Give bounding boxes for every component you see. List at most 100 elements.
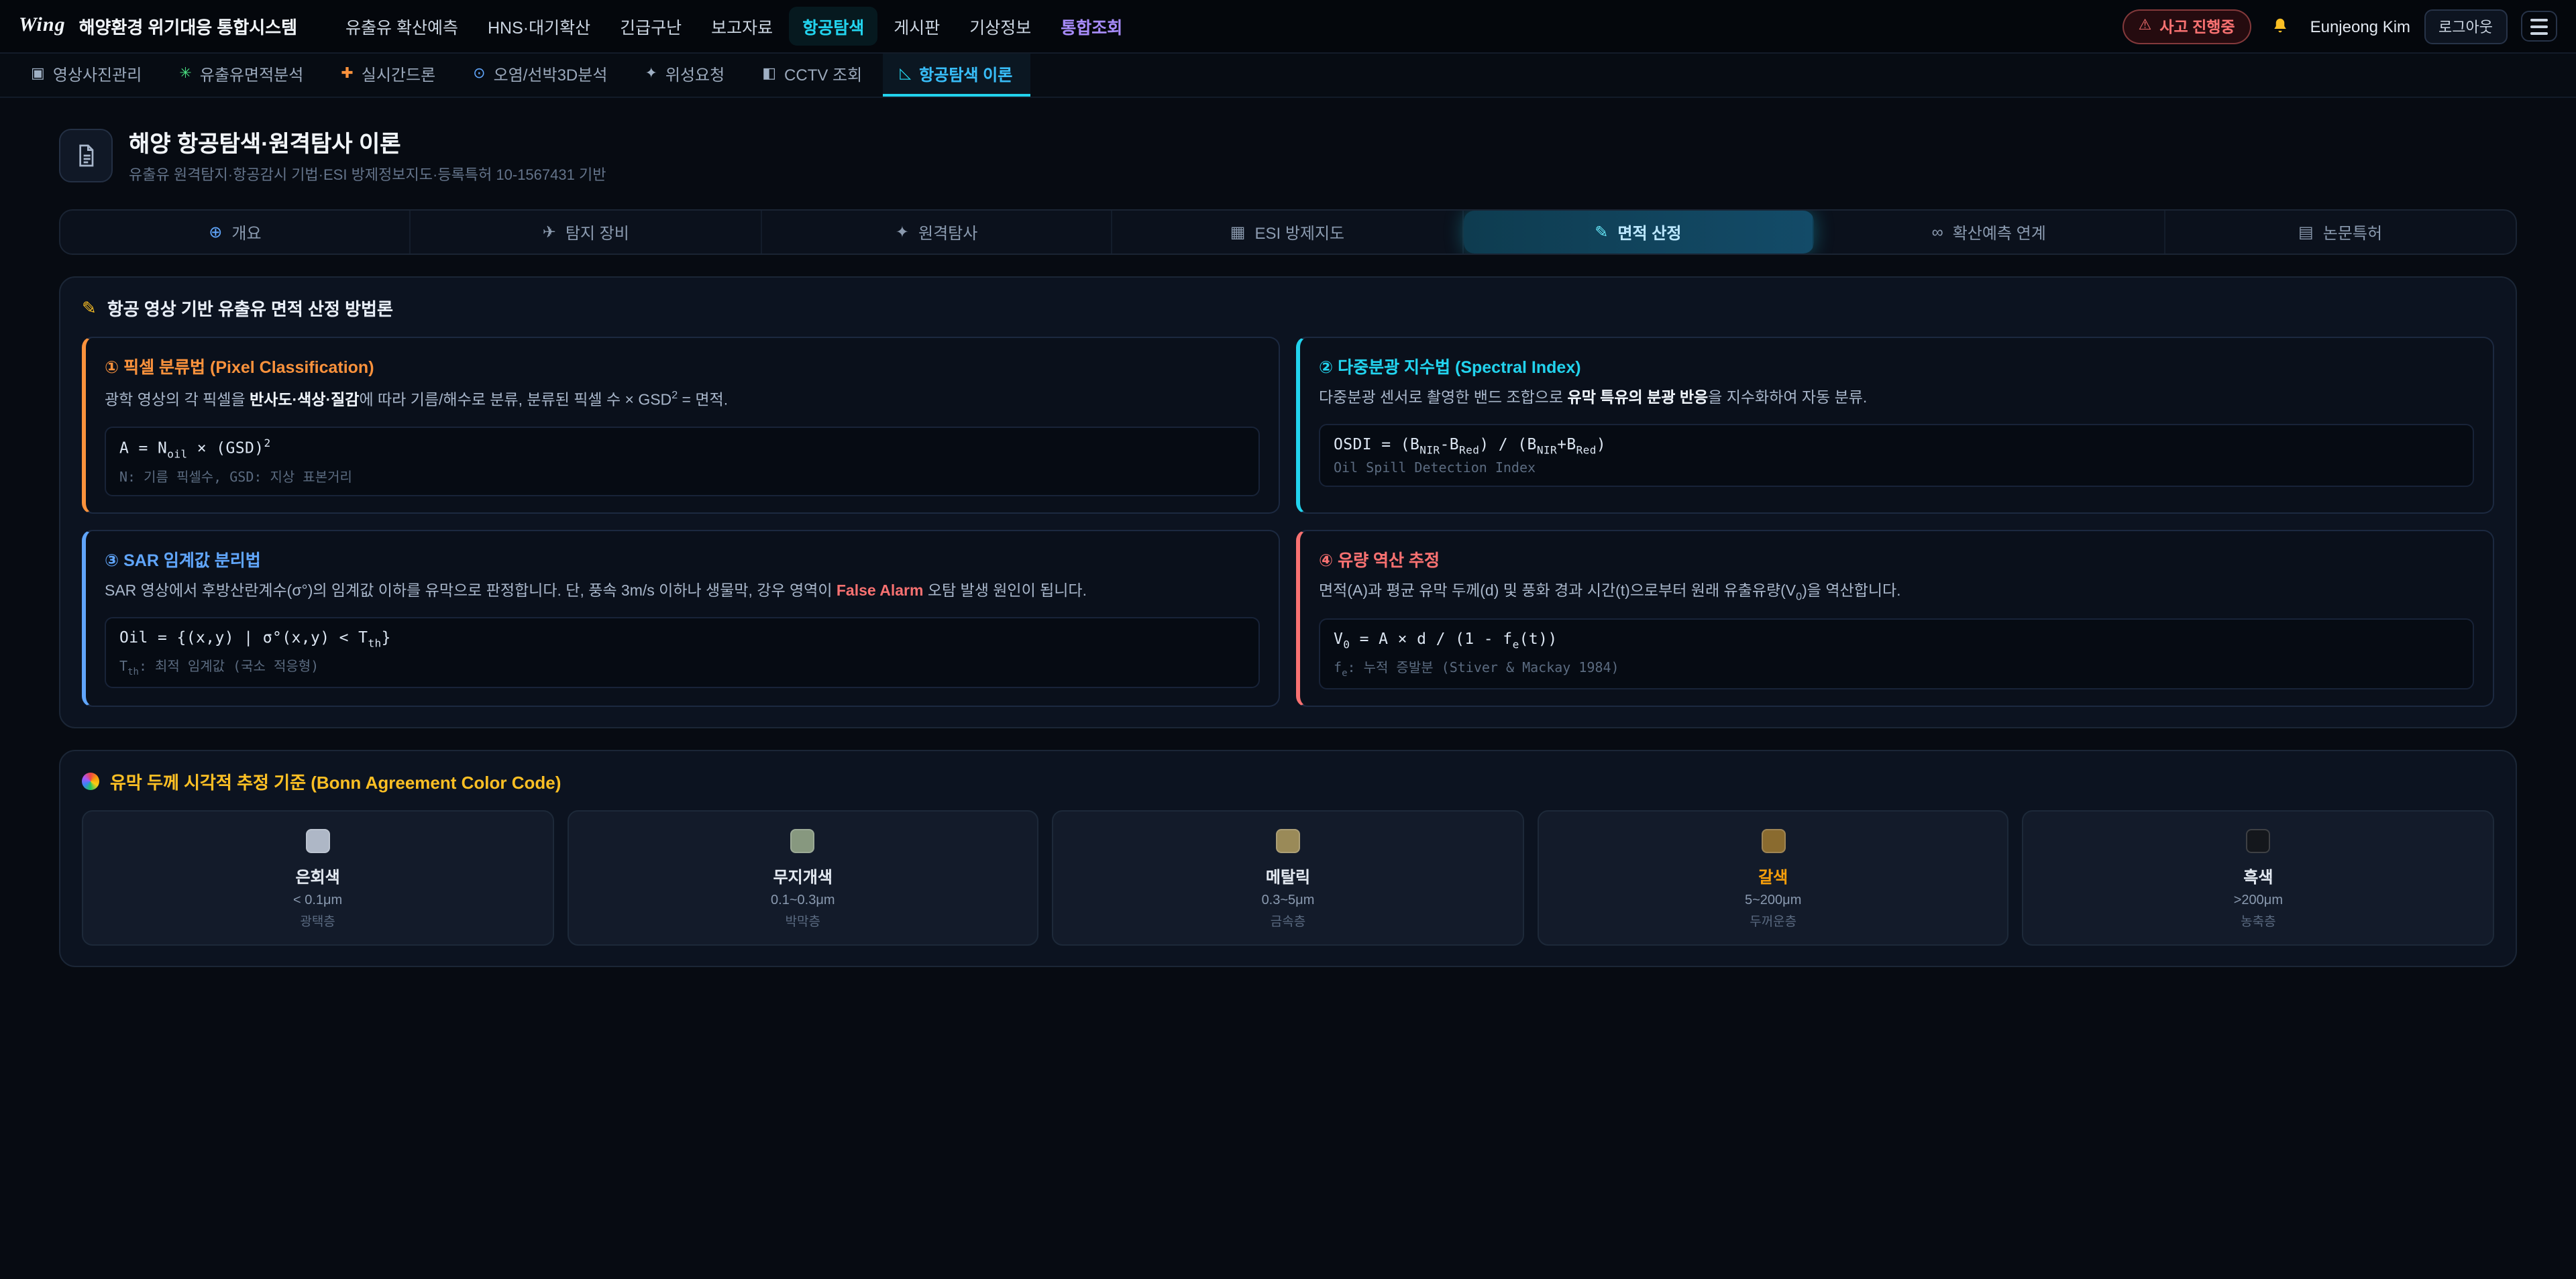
subtab-label: 실시간드론 <box>362 62 435 85</box>
tile-layer-label: 두꺼운층 <box>1550 911 1997 930</box>
thickness-tiles: 은회색 < 0.1μm 광택층 무지개색 0.1~0.3μm 박막층 메탈릭 0… <box>82 810 2494 946</box>
subtab-label: CCTV 조회 <box>784 62 862 85</box>
method-card-volume-back-estimation: ④ 유량 역산 추정 면적(A)과 평균 유막 두께(d) 및 풍화 경과 시간… <box>1296 530 2494 707</box>
tile-name: 무지개색 <box>579 865 1026 888</box>
page-header: 해양 항공탐색·원격탐사 이론 유출유 원격탐지·항공감시 기법·ESI 방제정… <box>59 125 2517 185</box>
tile-name: 은회색 <box>94 865 541 888</box>
nav-aerial-search[interactable]: 항공탐색 <box>789 7 877 46</box>
nav-report-materials[interactable]: 보고자료 <box>698 7 786 46</box>
globe-icon: ⊕ <box>209 224 222 240</box>
formula-note: Oil Spill Detection Index <box>1334 461 2459 476</box>
link-icon: ∞ <box>1932 224 1943 240</box>
tab-label: 확산예측 연계 <box>1953 221 2046 243</box>
nav-emergency-rescue[interactable]: 긴급구난 <box>606 7 695 46</box>
tab-diffusion-prediction-link[interactable]: ∞ 확산예측 연계 <box>1814 211 2165 254</box>
method-description: 광학 영상의 각 픽셀을 반사도·색상·질감에 따라 기름/해수로 분류, 분류… <box>105 388 1260 414</box>
app-title: 해양환경 위기대응 통합시스템 <box>79 13 297 39</box>
area-methods-panel: ✎ 항공 영상 기반 유출유 면적 산정 방법론 ① 픽셀 분류법 (Pixel… <box>59 276 2517 728</box>
subtab-realtime-drone[interactable]: ✚ 실시간드론 <box>323 54 453 97</box>
tab-label: 개요 <box>231 221 261 243</box>
method-description: 면적(A)과 평균 유막 두께(d) 및 풍화 경과 시간(t)으로부터 원래 … <box>1319 581 2474 606</box>
color-swatch <box>1761 829 1785 853</box>
tile-thickness-range: 0.3~5μm <box>1064 893 1511 908</box>
plane-icon: ✈ <box>543 224 556 240</box>
nav-integrated-query[interactable]: 통합조회 <box>1047 7 1136 46</box>
pencil-icon: ✎ <box>1595 224 1608 240</box>
formula: V0 = A × d / (1 - fe(t)) <box>1334 628 2459 651</box>
app-root: Wing 해양환경 위기대응 통합시스템 유출유 확산예측 HNS·대기확산 긴… <box>0 0 2576 1279</box>
thickness-tile-rainbow: 무지개색 0.1~0.3μm 박막층 <box>567 810 1038 946</box>
app-logo[interactable]: Wing <box>19 15 66 38</box>
subtab-aerial-theory[interactable]: ◺ 항공탐색 이론 <box>882 54 1030 97</box>
tab-label: 논문특허 <box>2323 221 2382 243</box>
sub-nav: ▣ 영상사진관리 ✳ 유출유면적분석 ✚ 실시간드론 ⊙ 오염/선박3D분석 ✦… <box>0 54 2576 98</box>
pencil-icon: ✎ <box>82 299 97 317</box>
tile-thickness-range: < 0.1μm <box>94 893 541 908</box>
method-title: ② 다중분광 지수법 (Spectral Index) <box>1319 353 2474 378</box>
tab-area-calculation[interactable]: ✎ 면적 산정 <box>1463 211 1814 254</box>
photo-icon: ▣ <box>31 66 45 81</box>
subtab-image-photo-management[interactable]: ▣ 영상사진관리 <box>13 54 159 97</box>
color-swatch <box>306 829 330 853</box>
menu-button[interactable] <box>2521 11 2557 42</box>
nav-oil-spill-prediction[interactable]: 유출유 확산예측 <box>332 7 472 46</box>
thickness-tile-brown: 갈색 5~200μm 두꺼운층 <box>1538 810 2009 946</box>
formula-note: N: 기름 픽셀수, GSD: 지상 표본거리 <box>119 465 1245 486</box>
formula: OSDI = (BNIR-BRed) / (BNIR+BRed) <box>1334 435 2459 457</box>
map-grid-icon: ▦ <box>1230 224 1246 240</box>
tile-thickness-range: >200μm <box>2035 893 2482 908</box>
tab-label: 면적 산정 <box>1617 221 1681 243</box>
tab-papers-patents[interactable]: ▤ 논문특허 <box>2165 211 2516 254</box>
main-nav: 유출유 확산예측 HNS·대기확산 긴급구난 보고자료 항공탐색 게시판 기상정… <box>332 7 1136 46</box>
top-bar: Wing 해양환경 위기대응 통합시스템 유출유 확산예측 HNS·대기확산 긴… <box>0 0 2576 54</box>
incident-status-label: 사고 진행중 <box>2159 15 2235 37</box>
method-title: ① 픽셀 분류법 (Pixel Classification) <box>105 353 1260 378</box>
formula-block: Oil = {(x,y) | σ°(x,y) < Tth} Tth: 최적 임계… <box>105 616 1260 688</box>
nav-bulletin-board[interactable]: 게시판 <box>880 7 953 46</box>
thickness-tile-silver-gray: 은회색 < 0.1μm 광택층 <box>82 810 553 946</box>
formula: Oil = {(x,y) | σ°(x,y) < Tth} <box>119 627 1245 649</box>
incident-status-badge[interactable]: ⚠ 사고 진행중 <box>2123 9 2251 44</box>
logout-button[interactable]: 로그아웃 <box>2424 9 2508 44</box>
subtab-label: 위성요청 <box>665 62 724 85</box>
warning-icon: ⚠ <box>2139 19 2152 34</box>
user-name: Eunjeong Kim <box>2310 17 2410 36</box>
page-title: 해양 항공탐색·원격탐사 이론 <box>129 125 606 158</box>
tab-overview[interactable]: ⊕ 개요 <box>60 211 411 254</box>
tab-esi-map[interactable]: ▦ ESI 방제지도 <box>1113 211 1464 254</box>
method-card-spectral-index: ② 다중분광 지수법 (Spectral Index) 다중분광 센서로 촬영한… <box>1296 337 2494 514</box>
method-title: ③ SAR 임계값 분리법 <box>105 546 1260 571</box>
bonn-section-heading: 유막 두께 시각적 추정 기준 (Bonn Agreement Color Co… <box>82 769 2494 794</box>
satellite-icon: ✦ <box>896 224 909 240</box>
tile-layer-label: 박막층 <box>579 911 1026 930</box>
subtab-oil-area-analysis[interactable]: ✳ 유출유면적분석 <box>162 54 321 97</box>
tab-remote-sensing[interactable]: ✦ 원격탐사 <box>762 211 1113 254</box>
method-card-sar-threshold: ③ SAR 임계값 분리법 SAR 영상에서 후방산란계수(σ°)의 임계값 이… <box>82 530 1280 707</box>
tile-layer-label: 농축층 <box>2035 911 2482 930</box>
logo-wordmark: Wing <box>19 15 66 38</box>
notification-bell-icon[interactable] <box>2265 10 2297 42</box>
nav-weather-info[interactable]: 기상정보 <box>956 7 1044 46</box>
nav-hns-air-diffusion[interactable]: HNS·대기확산 <box>474 7 604 46</box>
theory-tab-bar: ⊕ 개요 ✈ 탐지 장비 ✦ 원격탐사 ▦ ESI 방제지도 ✎ 면적 산정 ∞… <box>59 209 2517 255</box>
cctv-camera-icon: ◧ <box>762 66 776 81</box>
subtab-label: 오염/선박3D분석 <box>494 62 608 85</box>
method-description: SAR 영상에서 후방산란계수(σ°)의 임계값 이하를 유막으로 판정합니다.… <box>105 581 1260 605</box>
formula-block: A = Noil × (GSD)2 N: 기름 픽셀수, GSD: 지상 표본거… <box>105 426 1260 496</box>
subtab-cctv-view[interactable]: ◧ CCTV 조회 <box>745 54 879 97</box>
method-card-pixel-classification: ① 픽셀 분류법 (Pixel Classification) 광학 영상의 각… <box>82 337 1280 514</box>
tile-name: 갈색 <box>1550 865 1997 888</box>
subtab-pollution-ship-3d[interactable]: ⊙ 오염/선박3D분석 <box>455 54 625 97</box>
method-title: ④ 유량 역산 추정 <box>1319 546 2474 571</box>
formula: A = Noil × (GSD)2 <box>119 437 1245 459</box>
color-swatch <box>2246 829 2270 853</box>
formula-note: fe: 누적 증발분 (Stiver & Mackay 1984) <box>1334 656 2459 679</box>
lens-magnifier-icon: ⊙ <box>473 66 485 81</box>
subtab-satellite-request[interactable]: ✦ 위성요청 <box>627 54 742 97</box>
methods-heading-text: 항공 영상 기반 유출유 면적 산정 방법론 <box>107 295 393 321</box>
satellite-icon: ✦ <box>645 66 657 81</box>
formula-block: V0 = A × d / (1 - fe(t)) fe: 누적 증발분 (Sti… <box>1319 618 2474 689</box>
methods-section-heading: ✎ 항공 영상 기반 유출유 면적 산정 방법론 <box>82 295 2494 321</box>
document-icon: ▤ <box>2298 224 2314 240</box>
tab-detection-equipment[interactable]: ✈ 탐지 장비 <box>411 211 762 254</box>
